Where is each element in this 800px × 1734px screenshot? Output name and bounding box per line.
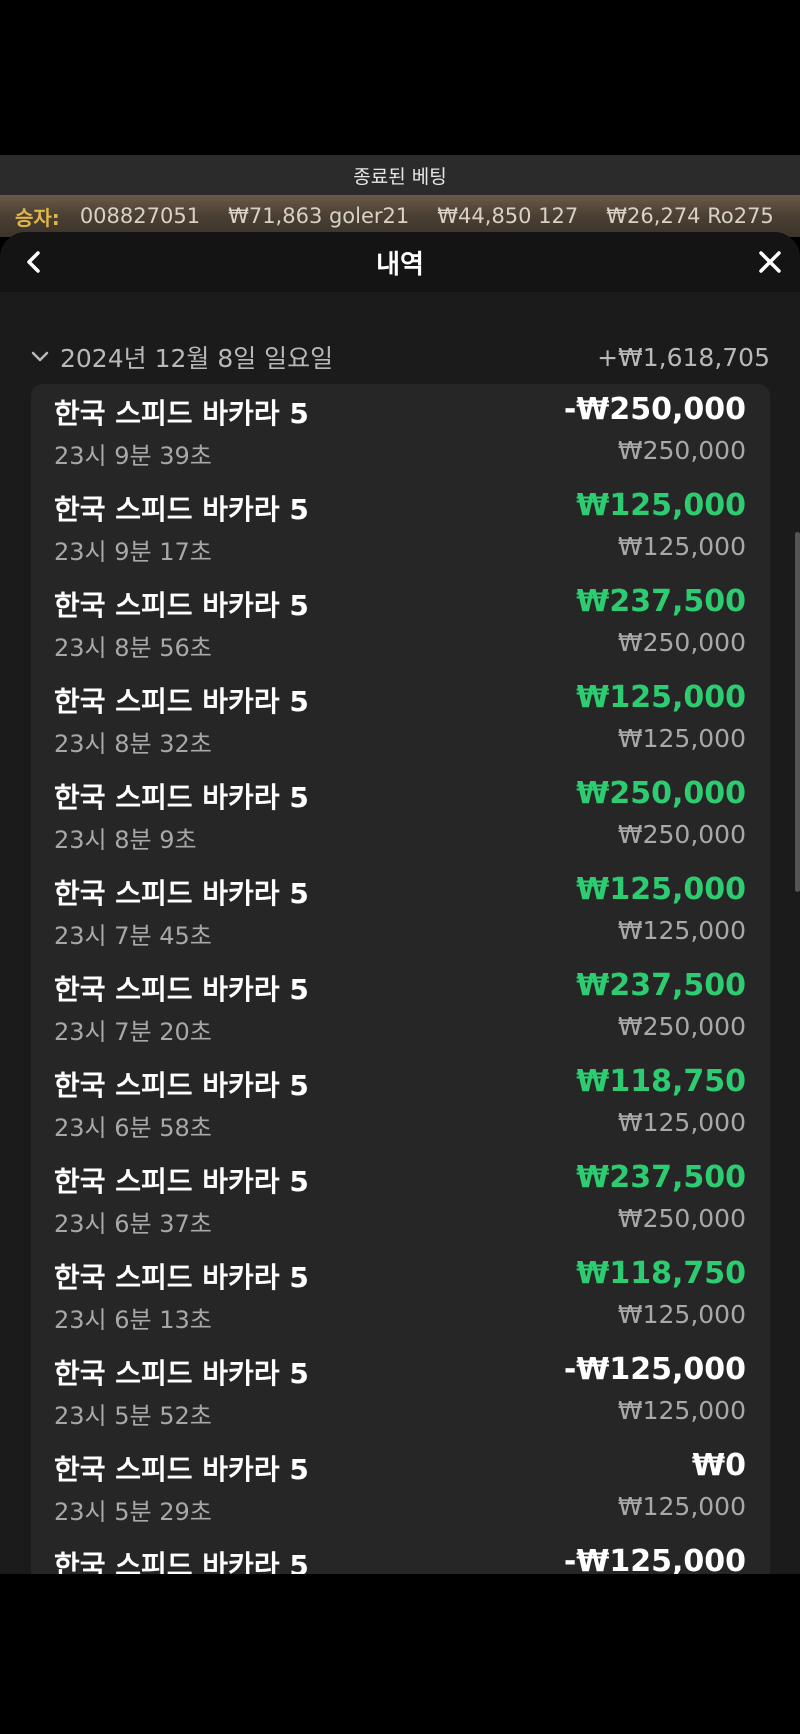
- bet-row[interactable]: 한국 스피드 바카라 5 23시 9분 39초 -₩250,000 ₩250,000: [31, 384, 770, 480]
- bet-time: 23시 9분 39초: [54, 442, 212, 470]
- close-icon: [759, 251, 781, 273]
- bet-row[interactable]: 한국 스피드 바카라 5 23시 7분 45초 ₩125,000 ₩125,000: [31, 864, 770, 960]
- history-sheet: 내역 2024년 12월 8일 일요일 +₩1,618,705 한국 스피드 바…: [0, 232, 800, 1574]
- bet-time: 23시 7분 45초: [54, 922, 212, 950]
- bet-stake-amount: ₩250,000: [617, 1204, 746, 1233]
- bet-result-amount: ₩0: [692, 1448, 746, 1483]
- ticker-item: ₩44,850 127: [437, 204, 579, 228]
- bet-time: 23시 5분 52초: [54, 1402, 212, 1430]
- bet-row[interactable]: 한국 스피드 바카라 5 23시 6분 58초 ₩118,750 ₩125,000: [31, 1056, 770, 1152]
- bet-stake-amount: ₩125,000: [617, 1300, 746, 1329]
- ticker-item: ₩26,274 Ro275: [606, 204, 774, 228]
- ticker-label: 승자:: [15, 205, 60, 230]
- bet-row[interactable]: 한국 스피드 바카라 5 23시 8분 56초 ₩237,500 ₩250,000: [31, 576, 770, 672]
- bet-game-name: 한국 스피드 바카라 5: [54, 1165, 309, 1198]
- bet-time: 23시 6분 13초: [54, 1306, 212, 1334]
- page-title: 종료된 베팅: [353, 165, 447, 188]
- page-title-bar: 종료된 베팅: [0, 155, 800, 195]
- bet-game-name: 한국 스피드 바카라 5: [54, 589, 309, 622]
- bet-row[interactable]: 한국 스피드 바카라 5 23시 7분 20초 ₩237,500 ₩250,000: [31, 960, 770, 1056]
- bet-stake-amount: ₩250,000: [617, 1012, 746, 1041]
- bet-game-name: 한국 스피드 바카라 5: [54, 973, 309, 1006]
- bet-time: 23시 8분 32초: [54, 730, 212, 758]
- bet-row[interactable]: 한국 스피드 바카라 5 23시 8분 9초 ₩250,000 ₩250,000: [31, 768, 770, 864]
- bet-stake-amount: ₩250,000: [617, 436, 746, 465]
- bet-game-name: 한국 스피드 바카라 5: [54, 685, 309, 718]
- bet-result-amount: ₩237,500: [576, 968, 746, 1003]
- ticker-item: ₩71,863 goler21: [228, 204, 410, 228]
- bet-row[interactable]: 한국 스피드 바카라 5 -₩125,000: [31, 1536, 770, 1574]
- ticker-items: 008827051 ₩71,863 goler21 ₩44,850 127 ₩26,2…: [80, 204, 800, 228]
- bet-row[interactable]: 한국 스피드 바카라 5 23시 5분 29초 ₩0 ₩125,000: [31, 1440, 770, 1536]
- bet-result-amount: ₩237,500: [576, 584, 746, 619]
- bet-row[interactable]: 한국 스피드 바카라 5 23시 9분 17초 ₩125,000 ₩125,000: [31, 480, 770, 576]
- bet-time: 23시 6분 37초: [54, 1210, 212, 1238]
- bet-stake-amount: ₩125,000: [617, 532, 746, 561]
- bet-row[interactable]: 한국 스피드 바카라 5 23시 6분 37초 ₩237,500 ₩250,000: [31, 1152, 770, 1248]
- sheet-header: 내역: [0, 232, 800, 292]
- bet-time: 23시 5분 29초: [54, 1498, 212, 1526]
- bet-time: 23시 8분 9초: [54, 826, 197, 854]
- chevron-left-icon: [27, 251, 40, 273]
- bet-result-amount: -₩250,000: [563, 392, 746, 427]
- bet-result-amount: ₩118,750: [576, 1064, 746, 1099]
- bet-result-amount: ₩125,000: [576, 872, 746, 907]
- bet-row[interactable]: 한국 스피드 바카라 5 23시 5분 52초 -₩125,000 ₩125,000: [31, 1344, 770, 1440]
- bet-list: 한국 스피드 바카라 5 23시 9분 39초 -₩250,000 ₩250,000 한…: [31, 384, 770, 1574]
- date-group-left: 2024년 12월 8일 일요일: [30, 339, 333, 375]
- bet-result-amount: ₩125,000: [576, 488, 746, 523]
- sheet-title: 내역: [376, 249, 424, 280]
- bet-game-name: 한국 스피드 바카라 5: [54, 1453, 309, 1486]
- bet-row[interactable]: 한국 스피드 바카라 5 23시 6분 13초 ₩118,750 ₩125,000: [31, 1248, 770, 1344]
- bet-stake-amount: ₩250,000: [617, 628, 746, 657]
- back-button[interactable]: [18, 246, 50, 278]
- close-button[interactable]: [754, 246, 786, 278]
- bet-time: 23시 6분 58초: [54, 1114, 212, 1142]
- chevron-down-icon: [31, 351, 49, 362]
- bet-game-name: 한국 스피드 바카라 5: [54, 1357, 309, 1390]
- bet-time: 23시 9분 17초: [54, 538, 212, 566]
- bet-stake-amount: ₩250,000: [617, 820, 746, 849]
- bet-game-name: 한국 스피드 바카라 5: [54, 781, 309, 814]
- winners-ticker: 승자: 008827051 ₩71,863 goler21 ₩44,850 127 ₩…: [0, 195, 800, 237]
- bet-time: 23시 8분 56초: [54, 634, 212, 662]
- bet-stake-amount: ₩125,000: [617, 1492, 746, 1521]
- bet-stake-amount: ₩125,000: [617, 916, 746, 945]
- bet-stake-amount: ₩125,000: [617, 1108, 746, 1137]
- bet-game-name: 한국 스피드 바카라 5: [54, 1261, 309, 1294]
- bet-result-amount: -₩125,000: [563, 1352, 746, 1387]
- bet-time: 23시 7분 20초: [54, 1018, 212, 1046]
- bet-result-amount: -₩125,000: [563, 1544, 746, 1574]
- bet-row[interactable]: 한국 스피드 바카라 5 23시 8분 32초 ₩125,000 ₩125,000: [31, 672, 770, 768]
- scrollbar[interactable]: [795, 532, 800, 892]
- bet-result-amount: ₩125,000: [576, 680, 746, 715]
- date-group-header[interactable]: 2024년 12월 8일 일요일 +₩1,618,705: [30, 337, 770, 377]
- bet-stake-amount: ₩125,000: [617, 1396, 746, 1425]
- ticker-item: 008827051: [79, 204, 201, 228]
- date-total: +₩1,618,705: [597, 342, 770, 372]
- bet-game-name: 한국 스피드 바카라 5: [54, 1549, 309, 1574]
- bet-game-name: 한국 스피드 바카라 5: [54, 877, 309, 910]
- bet-result-amount: ₩250,000: [576, 776, 746, 811]
- bet-game-name: 한국 스피드 바카라 5: [54, 493, 309, 526]
- bet-result-amount: ₩118,750: [576, 1256, 746, 1291]
- date-label: 2024년 12월 8일 일요일: [60, 344, 334, 373]
- bet-game-name: 한국 스피드 바카라 5: [54, 1069, 309, 1102]
- bet-game-name: 한국 스피드 바카라 5: [54, 397, 309, 430]
- bet-result-amount: ₩237,500: [576, 1160, 746, 1195]
- bet-stake-amount: ₩125,000: [617, 724, 746, 753]
